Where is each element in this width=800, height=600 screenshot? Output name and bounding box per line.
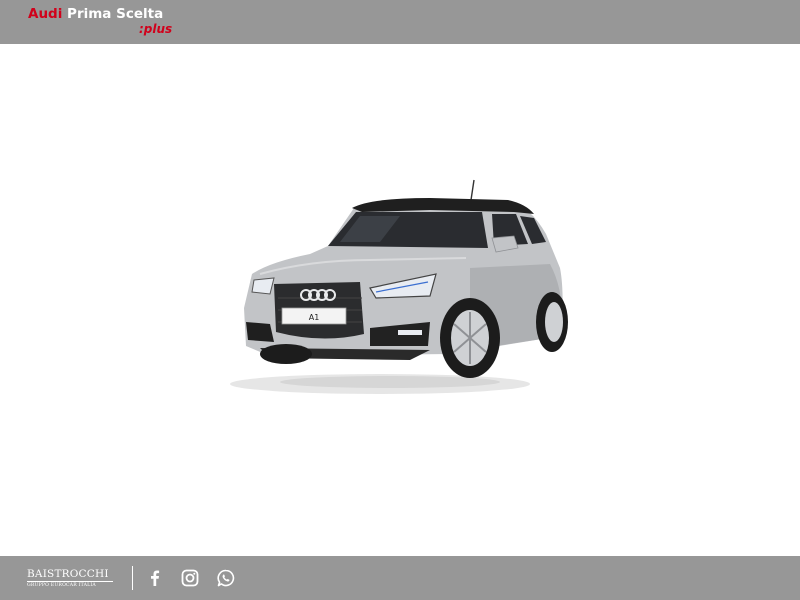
top-bar: Audi Prima Scelta :plus — [0, 0, 800, 44]
brand-audi: Audi — [28, 6, 63, 22]
brand-logo[interactable]: Audi Prima Scelta :plus — [28, 4, 188, 40]
brand-title: Audi Prima Scelta — [28, 6, 163, 22]
model-badge: A1 — [309, 313, 320, 322]
instagram-icon[interactable] — [180, 568, 200, 588]
main-content: A1 — [0, 44, 800, 556]
dealer-name: BAISTROCCHI — [27, 568, 109, 580]
bottom-bar: BAISTROCCHI GRUPPO EUROCAR ITALIA — [0, 556, 800, 600]
footer-divider — [132, 566, 133, 590]
dealer-logo[interactable]: BAISTROCCHI GRUPPO EUROCAR ITALIA — [27, 568, 117, 588]
brand-plus: :plus — [139, 22, 173, 36]
whatsapp-icon[interactable] — [216, 568, 236, 588]
car-image: A1 — [230, 179, 568, 394]
dealer-subtitle: GRUPPO EUROCAR ITALIA — [27, 583, 96, 588]
facebook-icon[interactable] — [145, 568, 165, 588]
dealer-logo-rule — [27, 581, 113, 582]
brand-prima-scelta: Prima Scelta — [62, 6, 164, 22]
